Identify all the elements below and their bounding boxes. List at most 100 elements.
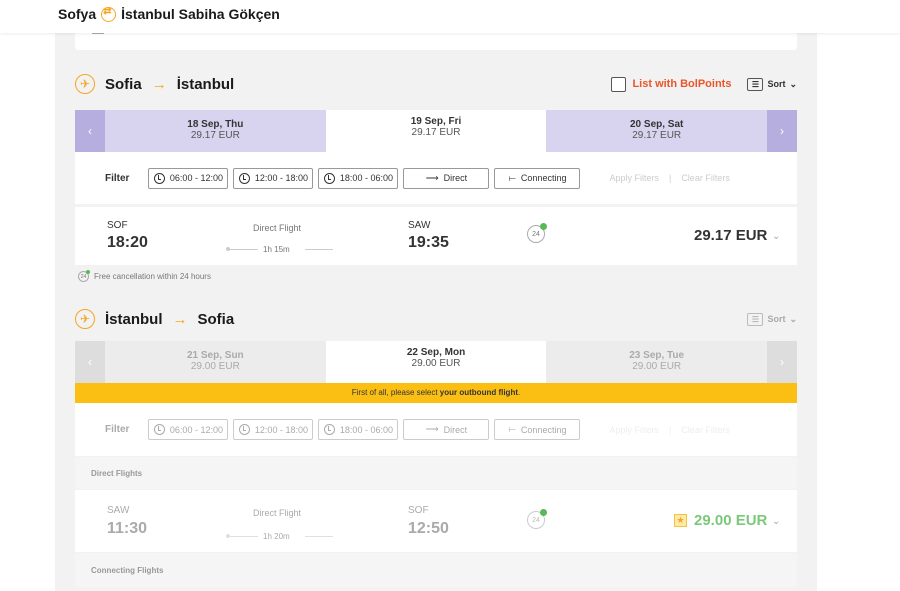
select-outbound-warning: First of all, please select your outboun… — [75, 383, 797, 403]
date-label: 21 Sep, Sun — [186, 350, 244, 361]
direct-filter[interactable]: ⟶ Direct — [403, 419, 490, 440]
date-label: 18 Sep, Thu — [187, 119, 244, 130]
chip-label: 18:00 - 06:00 — [339, 173, 393, 183]
warning-bold: your outbound flight — [439, 388, 518, 397]
departure-time: 18:20 — [107, 234, 148, 251]
flight-duration: 1h 20m — [263, 532, 290, 541]
connecting-icon: ⟝ — [508, 172, 516, 183]
clock-icon — [323, 172, 335, 184]
time-filter-night[interactable]: 18:00 - 06:00 — [318, 167, 399, 189]
date-price: 29.00 EUR — [190, 361, 240, 372]
chip-label: 06:00 - 12:00 — [169, 424, 223, 435]
date-price: 29.00 EUR — [632, 361, 682, 372]
arrow-right-icon: ⟶ — [425, 172, 439, 183]
departure-code: SOF — [107, 220, 128, 231]
sort-button[interactable]: ☰ Sort ⌄ — [747, 312, 797, 326]
free-cancel-24h-icon: 24 — [527, 509, 547, 529]
route-header: Sofya İstanbul Sabiha Gökçen — [0, 0, 900, 33]
connecting-flights-section: Connecting Flights — [75, 553, 797, 587]
divider: | — [668, 173, 672, 183]
time-filter-afternoon[interactable]: 12:00 - 18:00 — [233, 167, 314, 189]
date-tab[interactable]: 20 Sep, Sat 29.17 EUR — [546, 110, 768, 152]
time-filter-night[interactable]: 18:00 - 06:00 — [318, 419, 399, 440]
bolpoints-label[interactable]: List with BolPoints — [632, 78, 731, 90]
return-header: ✈ İstanbul → Sofia ☰ Sort ⌄ — [75, 304, 797, 334]
free-cancel-text: Free cancellation within 24 hours — [94, 272, 211, 281]
direct-filter[interactable]: ⟶ Direct — [403, 167, 490, 189]
connecting-filter[interactable]: ⟝ Connecting — [494, 167, 581, 189]
apply-filters-link[interactable]: Apply Filters — [609, 173, 659, 183]
time-filter-afternoon[interactable]: 12:00 - 18:00 — [233, 419, 314, 440]
chip-label: Connecting — [520, 173, 567, 183]
date-price: 29.17 EUR — [632, 130, 682, 141]
chip-label: Direct — [443, 173, 468, 183]
chip-label: 12:00 - 18:00 — [254, 173, 308, 183]
chip-label: 12:00 - 18:00 — [254, 424, 308, 435]
sort-label: Sort — [767, 79, 786, 89]
date-label: 23 Sep, Tue — [629, 350, 685, 361]
route-line — [230, 249, 258, 250]
star-icon: ★ — [674, 514, 687, 527]
arrival-code: SOF — [408, 505, 429, 516]
sort-label: Sort — [767, 314, 786, 324]
direct-flights-section: Direct Flights — [75, 457, 797, 489]
divider: | — [668, 424, 672, 435]
bolpoints-checkbox[interactable] — [611, 76, 627, 92]
prev-date-button[interactable]: ‹ — [75, 110, 105, 152]
flight-price: 29.17 EUR — [694, 227, 768, 244]
flight-type: Direct Flight — [253, 508, 302, 518]
bolpoints-toggle[interactable]: List with BolPoints — [611, 76, 731, 92]
return-date-bar: ‹ 21 Sep, Sun 29.00 EUR 22 Sep, Mon 29.0… — [75, 341, 798, 383]
next-date-button[interactable]: › — [767, 341, 798, 383]
departure-code: SAW — [107, 505, 130, 516]
filter-label: Filter — [105, 424, 130, 435]
connecting-icon: ⟝ — [508, 424, 516, 434]
clear-filters-link[interactable]: Clear Filters — [681, 425, 730, 435]
filter-label: Filter — [105, 172, 130, 184]
clear-filters-link[interactable]: Clear Filters — [681, 173, 730, 183]
section-title: Connecting Flights — [91, 565, 164, 575]
chip-label: Connecting — [520, 424, 567, 435]
date-tab[interactable]: 18 Sep, Thu 29.17 EUR — [105, 110, 326, 152]
return-to: Sofia — [197, 310, 235, 328]
date-tab[interactable]: 21 Sep, Sun 29.00 EUR — [105, 341, 326, 383]
date-tab-selected[interactable]: 22 Sep, Mon 29.00 EUR — [325, 341, 547, 383]
route-title: Sofya İstanbul Sabiha Gökçen — [58, 6, 280, 23]
date-tab[interactable]: 23 Sep, Tue 29.00 EUR — [546, 341, 768, 383]
next-date-button[interactable]: › — [767, 110, 798, 152]
departure-time: 11:30 — [107, 520, 148, 537]
clock-icon — [238, 424, 250, 435]
outbound-filter-bar: Filter 06:00 - 12:00 12:00 - 18:00 18:00… — [75, 152, 797, 204]
date-price: 29.00 EUR — [411, 358, 461, 369]
chevron-down-icon[interactable]: ⌄ — [772, 231, 780, 242]
chevron-down-icon: ⌄ — [789, 78, 797, 89]
flight-type: Direct Flight — [253, 223, 302, 233]
swap-icon[interactable] — [101, 6, 117, 22]
connecting-filter[interactable]: ⟝ Connecting — [494, 419, 581, 440]
arrival-time: 12:50 — [408, 520, 449, 537]
route-line — [305, 249, 333, 250]
arrival-code: SAW — [408, 220, 431, 231]
outbound-flight-row[interactable]: SOF 18:20 Direct Flight 1h 15m SAW 19:35… — [75, 207, 797, 265]
arrow-right-icon: → — [151, 75, 167, 93]
destination-city: İstanbul Sabiha Gökçen — [121, 6, 280, 22]
chip-label: 18:00 - 06:00 — [339, 424, 393, 435]
time-filter-morning[interactable]: 06:00 - 12:00 — [148, 419, 229, 440]
route-line — [230, 536, 258, 537]
chevron-down-icon[interactable]: ⌄ — [772, 516, 780, 527]
date-tab-selected[interactable]: 19 Sep, Fri 29.17 EUR — [325, 110, 547, 152]
date-label: 19 Sep, Fri — [410, 116, 462, 127]
flight-price: 29.00 EUR — [694, 512, 768, 529]
return-from: İstanbul — [105, 310, 163, 328]
outbound-header: ✈ Sofia → İstanbul List with BolPoints ☰… — [75, 69, 797, 99]
sort-button[interactable]: ☰ Sort ⌄ — [747, 77, 797, 91]
return-flight-row[interactable]: SAW 11:30 Direct Flight 1h 20m SOF 12:50… — [75, 490, 797, 552]
route-line — [305, 536, 333, 537]
prev-date-button[interactable]: ‹ — [75, 341, 105, 383]
time-filter-morning[interactable]: 06:00 - 12:00 — [148, 167, 229, 189]
date-price: 29.17 EUR — [190, 130, 240, 141]
apply-filters-link[interactable]: Apply Filters — [609, 425, 659, 435]
plane-icon: ✈ — [75, 309, 95, 329]
date-label: 22 Sep, Mon — [406, 347, 466, 358]
warning-text: First of all, please select — [351, 388, 440, 397]
